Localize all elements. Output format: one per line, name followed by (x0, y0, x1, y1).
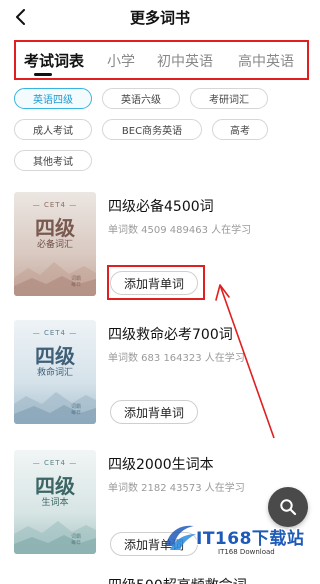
chip-other-exams[interactable]: 其他考试 (14, 150, 92, 171)
active-tab-indicator (34, 73, 52, 76)
watermark-logo-icon (166, 525, 196, 550)
category-tabs: 考试词表 小学 初中英语 高中英语 (14, 40, 309, 80)
chip-adult-exam[interactable]: 成人考试 (14, 119, 92, 140)
cover-mountains (14, 392, 96, 424)
cover-seal: 词霸 每日 (70, 534, 81, 546)
book-item[interactable]: — CET4 — 四级 救命词汇 词霸 每日 四级救命必考700词 单词数 68… (14, 320, 314, 440)
book-meta: 单词数 4509 489463 人在学习 (108, 225, 252, 236)
tab-junior-english[interactable]: 初中英语 (157, 51, 213, 71)
book-cover: — CET4 — 四级 救命词汇 词霸 每日 (14, 320, 96, 424)
book-cover: — CET4 — 四级 必备词汇 词霸 每日 (14, 192, 96, 296)
chip-cet6[interactable]: 英语六级 (102, 88, 180, 109)
page-title: 更多词书 (129, 9, 190, 27)
tab-senior-english[interactable]: 高中英语 (238, 51, 294, 71)
book-meta: 单词数 683 164323 人在学习 (108, 353, 245, 364)
tab-exam-vocab[interactable]: 考试词表 (24, 50, 84, 71)
book-title: 四级必备4500词 (108, 199, 214, 215)
annotation-highlight-box (107, 265, 205, 300)
header-bar: 更多词书 (0, 0, 320, 38)
cover-seal: 词霸 每日 (70, 404, 81, 416)
book-meta: 单词数 2182 43573 人在学习 (108, 483, 245, 494)
book-cover: — CET4 — 四级 生词本 词霸 每日 (14, 450, 96, 554)
book-title: 四级2000生词本 (108, 457, 214, 473)
cover-mountains (14, 262, 96, 296)
tab-primary[interactable]: 小学 (107, 51, 135, 71)
chip-cet4[interactable]: 英语四级 (14, 88, 92, 109)
book-title: 四级救命必考700词 (108, 327, 233, 343)
add-to-study-button[interactable]: 添加背单词 (110, 400, 198, 424)
chip-postgrad[interactable]: 考研词汇 (190, 88, 268, 109)
cover-mountains (14, 521, 96, 554)
search-icon (280, 499, 297, 516)
chip-gaokao[interactable]: 高考 (212, 119, 268, 140)
watermark: IT168下载站 IT168 Download (158, 520, 318, 582)
chip-bec[interactable]: BEC商务英语 (102, 119, 202, 140)
cover-seal: 词霸 每日 (70, 276, 81, 288)
